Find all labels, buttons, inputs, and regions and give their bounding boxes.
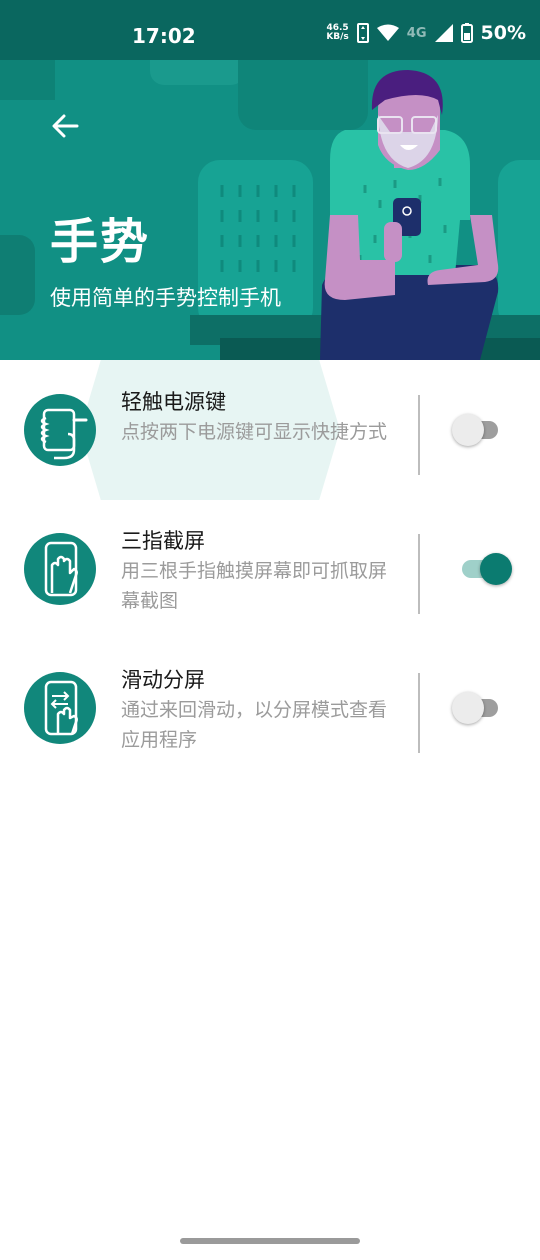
wifi-icon: [376, 24, 399, 41]
battery-percent: 50%: [480, 22, 526, 44]
toggle-thumb: [480, 553, 512, 585]
gesture-description: 通过来回滑动，以分屏模式查看应用程序: [121, 699, 388, 751]
gesture-item-three-finger-screenshot[interactable]: 三指截屏 用三根手指触摸屏幕即可抓取屏幕截图: [0, 499, 540, 638]
gesture-description: 用三根手指触摸屏幕即可抓取屏幕截图: [121, 560, 388, 612]
back-button[interactable]: [40, 104, 90, 148]
toggle-thumb: [452, 414, 484, 446]
double-tap-power-toggle[interactable]: [452, 412, 512, 448]
page-subtitle: 使用简单的手势控制手机: [50, 286, 281, 310]
gesture-title: 三指截屏: [121, 529, 205, 553]
battery-icon: [460, 23, 473, 43]
gesture-description: 点按两下电源键可显示快捷方式: [121, 421, 388, 443]
status-bar: 17:02 46.5 KB/s 4G 50%: [0, 0, 540, 60]
status-time: 17:02: [132, 24, 196, 48]
double-tap-power-icon: [24, 394, 96, 466]
gesture-item-swipe-split-screen[interactable]: 滑动分屏 通过来回滑动，以分屏模式查看应用程序: [0, 638, 540, 777]
network-type: 4G: [406, 25, 427, 41]
three-finger-screenshot-icon: [24, 533, 96, 605]
divider: [418, 395, 420, 475]
page-title: 手势: [50, 214, 151, 270]
gesture-title: 滑动分屏: [121, 668, 205, 692]
gesture-list: 轻触电源键 点按两下电源键可显示快捷方式 三指截屏 用三根手指触摸屏幕即可抓取屏…: [0, 360, 540, 777]
toggle-thumb: [452, 692, 484, 724]
swipe-split-screen-toggle[interactable]: [452, 690, 512, 726]
cellular-signal-icon: [434, 24, 453, 42]
gesture-title: 轻触电源键: [121, 390, 226, 414]
three-finger-screenshot-toggle[interactable]: [452, 551, 512, 587]
status-icons: 46.5 KB/s 4G 50%: [326, 22, 526, 44]
data-activity-icon: [356, 23, 369, 43]
swipe-split-screen-icon: [24, 672, 96, 744]
divider: [418, 673, 420, 753]
net-speed: 46.5 KB/s: [326, 23, 349, 42]
gesture-item-double-tap-power[interactable]: 轻触电源键 点按两下电源键可显示快捷方式: [0, 360, 540, 499]
gesture-navigation-bar[interactable]: [180, 1238, 360, 1244]
header-banner: 手势 使用简单的手势控制手机: [0, 60, 540, 360]
back-arrow-icon: [52, 114, 79, 138]
divider: [418, 534, 420, 614]
